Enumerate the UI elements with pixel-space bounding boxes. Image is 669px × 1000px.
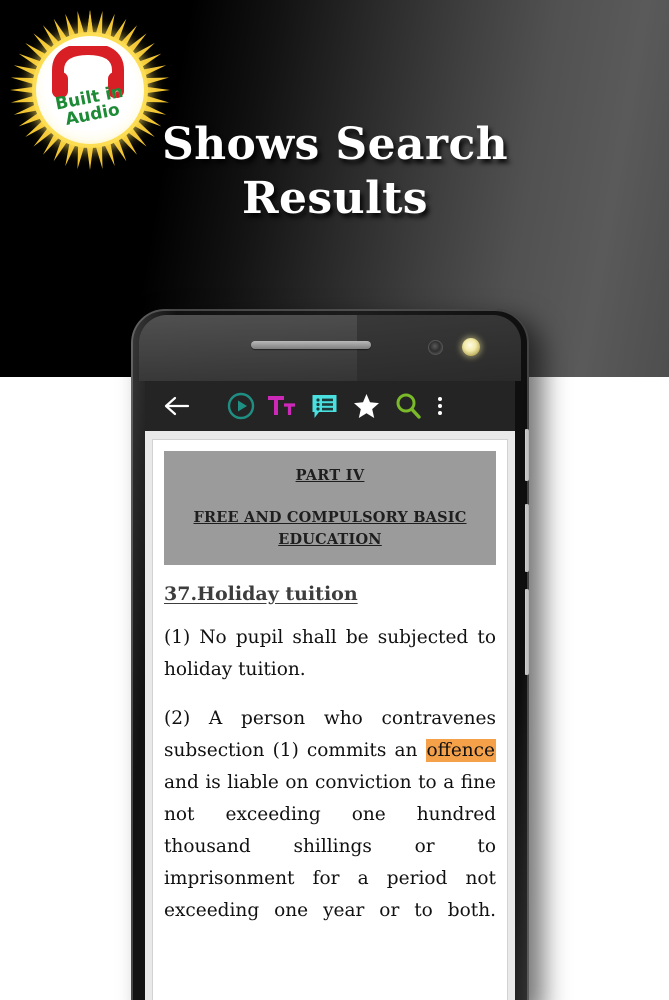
star-icon <box>353 394 379 418</box>
play-button[interactable] <box>221 381 261 431</box>
paragraph-1: (1) No pupil shall be subjected to holid… <box>164 627 496 680</box>
headline-line-2: Results <box>242 173 428 224</box>
part-label: PART IV <box>295 467 365 484</box>
paragraph-2-after: and is liable on conviction to a fine no… <box>164 772 496 921</box>
volume-up-button[interactable] <box>525 429 529 481</box>
document-part-header: PART IV FREE AND COMPULSORY BASIC EDUCAT… <box>164 451 496 565</box>
power-button[interactable] <box>525 589 529 675</box>
arrow-left-icon <box>164 396 190 416</box>
search-button[interactable] <box>387 381 429 431</box>
back-button[interactable] <box>155 381 199 431</box>
font-size-button[interactable] <box>261 381 303 431</box>
front-camera-icon <box>428 340 443 355</box>
app-screen: PART IV FREE AND COMPULSORY BASIC EDUCAT… <box>145 381 515 1000</box>
app-toolbar <box>145 381 515 431</box>
document-viewport[interactable]: PART IV FREE AND COMPULSORY BASIC EDUCAT… <box>145 431 515 1000</box>
earpiece-speaker <box>251 341 371 349</box>
search-highlight: offence <box>425 739 496 762</box>
more-vertical-icon <box>438 404 442 408</box>
section-heading: 37.Holiday tuition <box>164 583 358 605</box>
overflow-button[interactable] <box>429 381 451 431</box>
proximity-sensor-icon <box>462 338 480 356</box>
paragraph-2: (2) A person who contravenes subsection … <box>164 703 496 959</box>
bookmark-button[interactable] <box>345 381 387 431</box>
text-size-icon <box>268 396 295 415</box>
part-title: FREE AND COMPULSORY BASIC EDUCATION <box>193 509 467 548</box>
document-page: PART IV FREE AND COMPULSORY BASIC EDUCAT… <box>152 439 508 1000</box>
more-vertical-icon <box>438 397 442 401</box>
notes-button[interactable] <box>303 381 345 431</box>
play-circle-icon <box>227 392 255 420</box>
headline-line-1: Shows Search <box>161 119 509 170</box>
more-vertical-icon <box>438 411 442 415</box>
volume-down-button[interactable] <box>525 504 529 572</box>
promo-headline: Shows Search Results <box>100 118 570 226</box>
notes-bubble-icon <box>312 394 336 418</box>
search-icon <box>396 393 421 419</box>
phone-device: PART IV FREE AND COMPULSORY BASIC EDUCAT… <box>131 309 529 1000</box>
promo-screenshot: Built in Audio Shows Search Results PART… <box>0 0 669 1000</box>
